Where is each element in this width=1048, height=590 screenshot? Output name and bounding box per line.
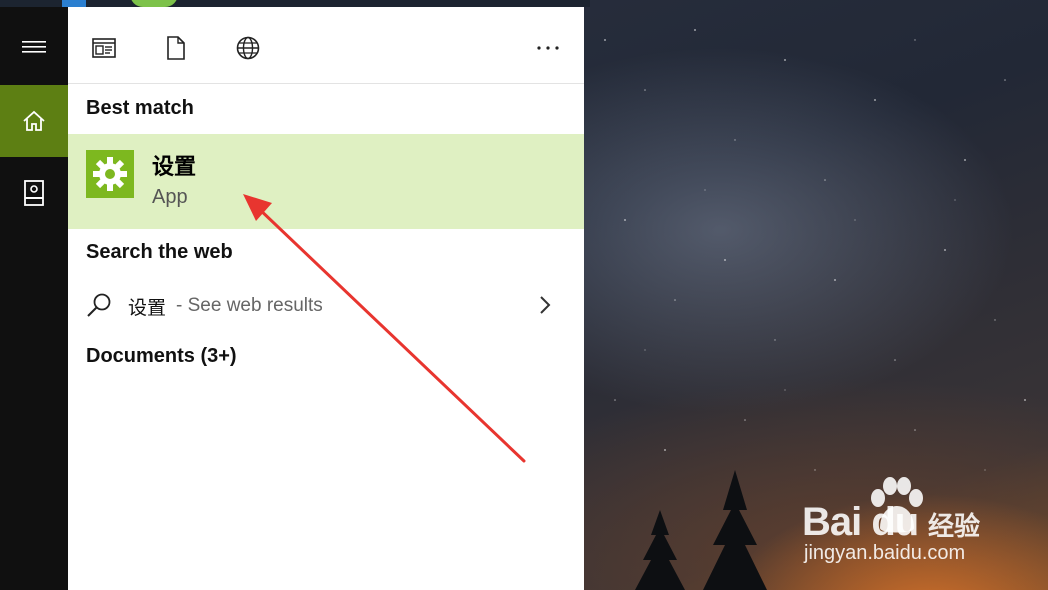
- web-result-row[interactable]: 设置 - See web results: [68, 285, 584, 327]
- search-the-web-heading: Search the web: [86, 241, 233, 263]
- web-search-term: 设置: [128, 297, 167, 319]
- cortana-rail: [0, 7, 68, 590]
- app-type-label: App: [152, 186, 188, 208]
- search-icon: [87, 293, 111, 317]
- taskbar-strip: [0, 0, 590, 7]
- documents-filter-button[interactable]: [163, 35, 189, 61]
- hamburger-menu-icon: [22, 41, 46, 53]
- web-filter-button[interactable]: [235, 35, 261, 61]
- watermark-suffix: 经验: [928, 512, 981, 542]
- window-tab-blue: [62, 0, 86, 7]
- more-options-button[interactable]: [535, 35, 561, 61]
- window-tab-green: [130, 0, 178, 7]
- search-results-panel: Best match 设置 App Search the web 设置 - Se…: [68, 7, 584, 590]
- home-button[interactable]: [0, 85, 68, 157]
- settings-app-tile: [86, 150, 134, 198]
- watermark-url: jingyan.baidu.com: [804, 542, 966, 564]
- apps-filter-icon: [92, 38, 116, 58]
- gear-icon: [93, 157, 127, 191]
- tree-silhouettes: [635, 470, 767, 590]
- best-match-heading: Best match: [86, 97, 194, 119]
- watermark-brand: Bai du: [802, 500, 919, 544]
- notebook-button[interactable]: [0, 157, 68, 229]
- home-icon: [23, 110, 45, 131]
- more-options-icon: [537, 46, 559, 50]
- chevron-right-icon[interactable]: [538, 295, 552, 315]
- best-match-result-settings[interactable]: 设置 App: [68, 134, 584, 229]
- notebook-icon: [24, 180, 44, 206]
- apps-filter-button[interactable]: [91, 35, 117, 61]
- filter-toolbar: [68, 7, 584, 84]
- hamburger-menu-button[interactable]: [0, 11, 68, 83]
- documents-heading[interactable]: Documents (3+): [86, 345, 237, 368]
- baidu-jingyan-watermark: Bai du 经验 jingyan.baidu.com: [802, 476, 1002, 566]
- app-name: 设置: [152, 155, 197, 180]
- documents-filter-icon: [167, 36, 185, 60]
- web-filter-icon: [236, 36, 260, 60]
- web-results-suffix: - See web results: [176, 295, 323, 316]
